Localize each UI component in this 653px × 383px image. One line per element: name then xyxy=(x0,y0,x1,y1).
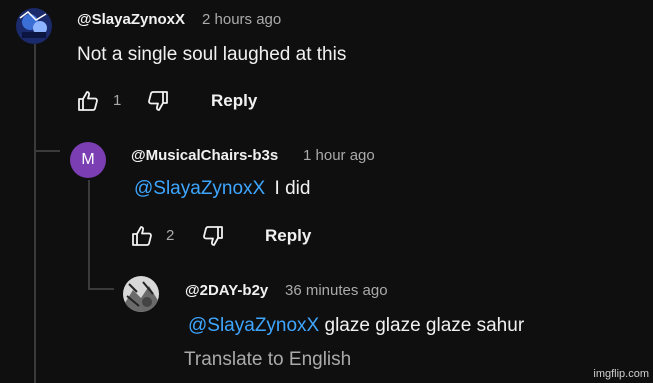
thread-line-branch-2 xyxy=(88,288,114,290)
mention-link[interactable]: @SlayaZynoxX xyxy=(134,178,265,199)
avatar-image-icon xyxy=(16,8,52,44)
thread-line-branch-1 xyxy=(34,150,60,152)
like-icon[interactable] xyxy=(130,224,154,253)
mention-link[interactable]: @SlayaZynoxX xyxy=(188,315,319,336)
translate-link[interactable]: Translate to English xyxy=(184,349,351,371)
thread-line-sub xyxy=(88,180,90,288)
avatar[interactable]: M xyxy=(70,142,106,178)
comment-timestamp[interactable]: 1 hour ago xyxy=(303,147,375,164)
comment-author[interactable]: @2DAY-b2y xyxy=(185,282,268,299)
comment-timestamp[interactable]: 36 minutes ago xyxy=(285,282,388,299)
dislike-icon[interactable] xyxy=(146,89,170,118)
watermark: imgflip.com xyxy=(593,368,649,380)
like-count: 2 xyxy=(166,227,175,244)
comment-author[interactable]: @MusicalChairs-b3s xyxy=(131,147,278,164)
avatar[interactable] xyxy=(16,8,52,44)
thread-line-main xyxy=(34,44,36,383)
comment-text: @SlayaZynoxX glaze glaze glaze sahur xyxy=(188,315,524,337)
comment-body: glaze glaze glaze sahur xyxy=(324,315,525,336)
avatar-image-icon xyxy=(123,276,159,312)
avatar-letter: M xyxy=(81,151,95,168)
comment-text: Not a single soul laughed at this xyxy=(77,44,347,65)
comment-text: @SlayaZynoxX I did xyxy=(134,178,310,200)
avatar[interactable] xyxy=(123,276,159,312)
reply-button[interactable]: Reply xyxy=(265,226,311,246)
like-icon[interactable] xyxy=(76,89,100,118)
reply-button[interactable]: Reply xyxy=(211,91,257,111)
comment-timestamp[interactable]: 2 hours ago xyxy=(202,11,281,28)
comment-author[interactable]: @SlayaZynoxX xyxy=(77,11,185,28)
like-count: 1 xyxy=(113,92,122,109)
comment-body: I did xyxy=(274,178,311,199)
dislike-icon[interactable] xyxy=(201,224,225,253)
